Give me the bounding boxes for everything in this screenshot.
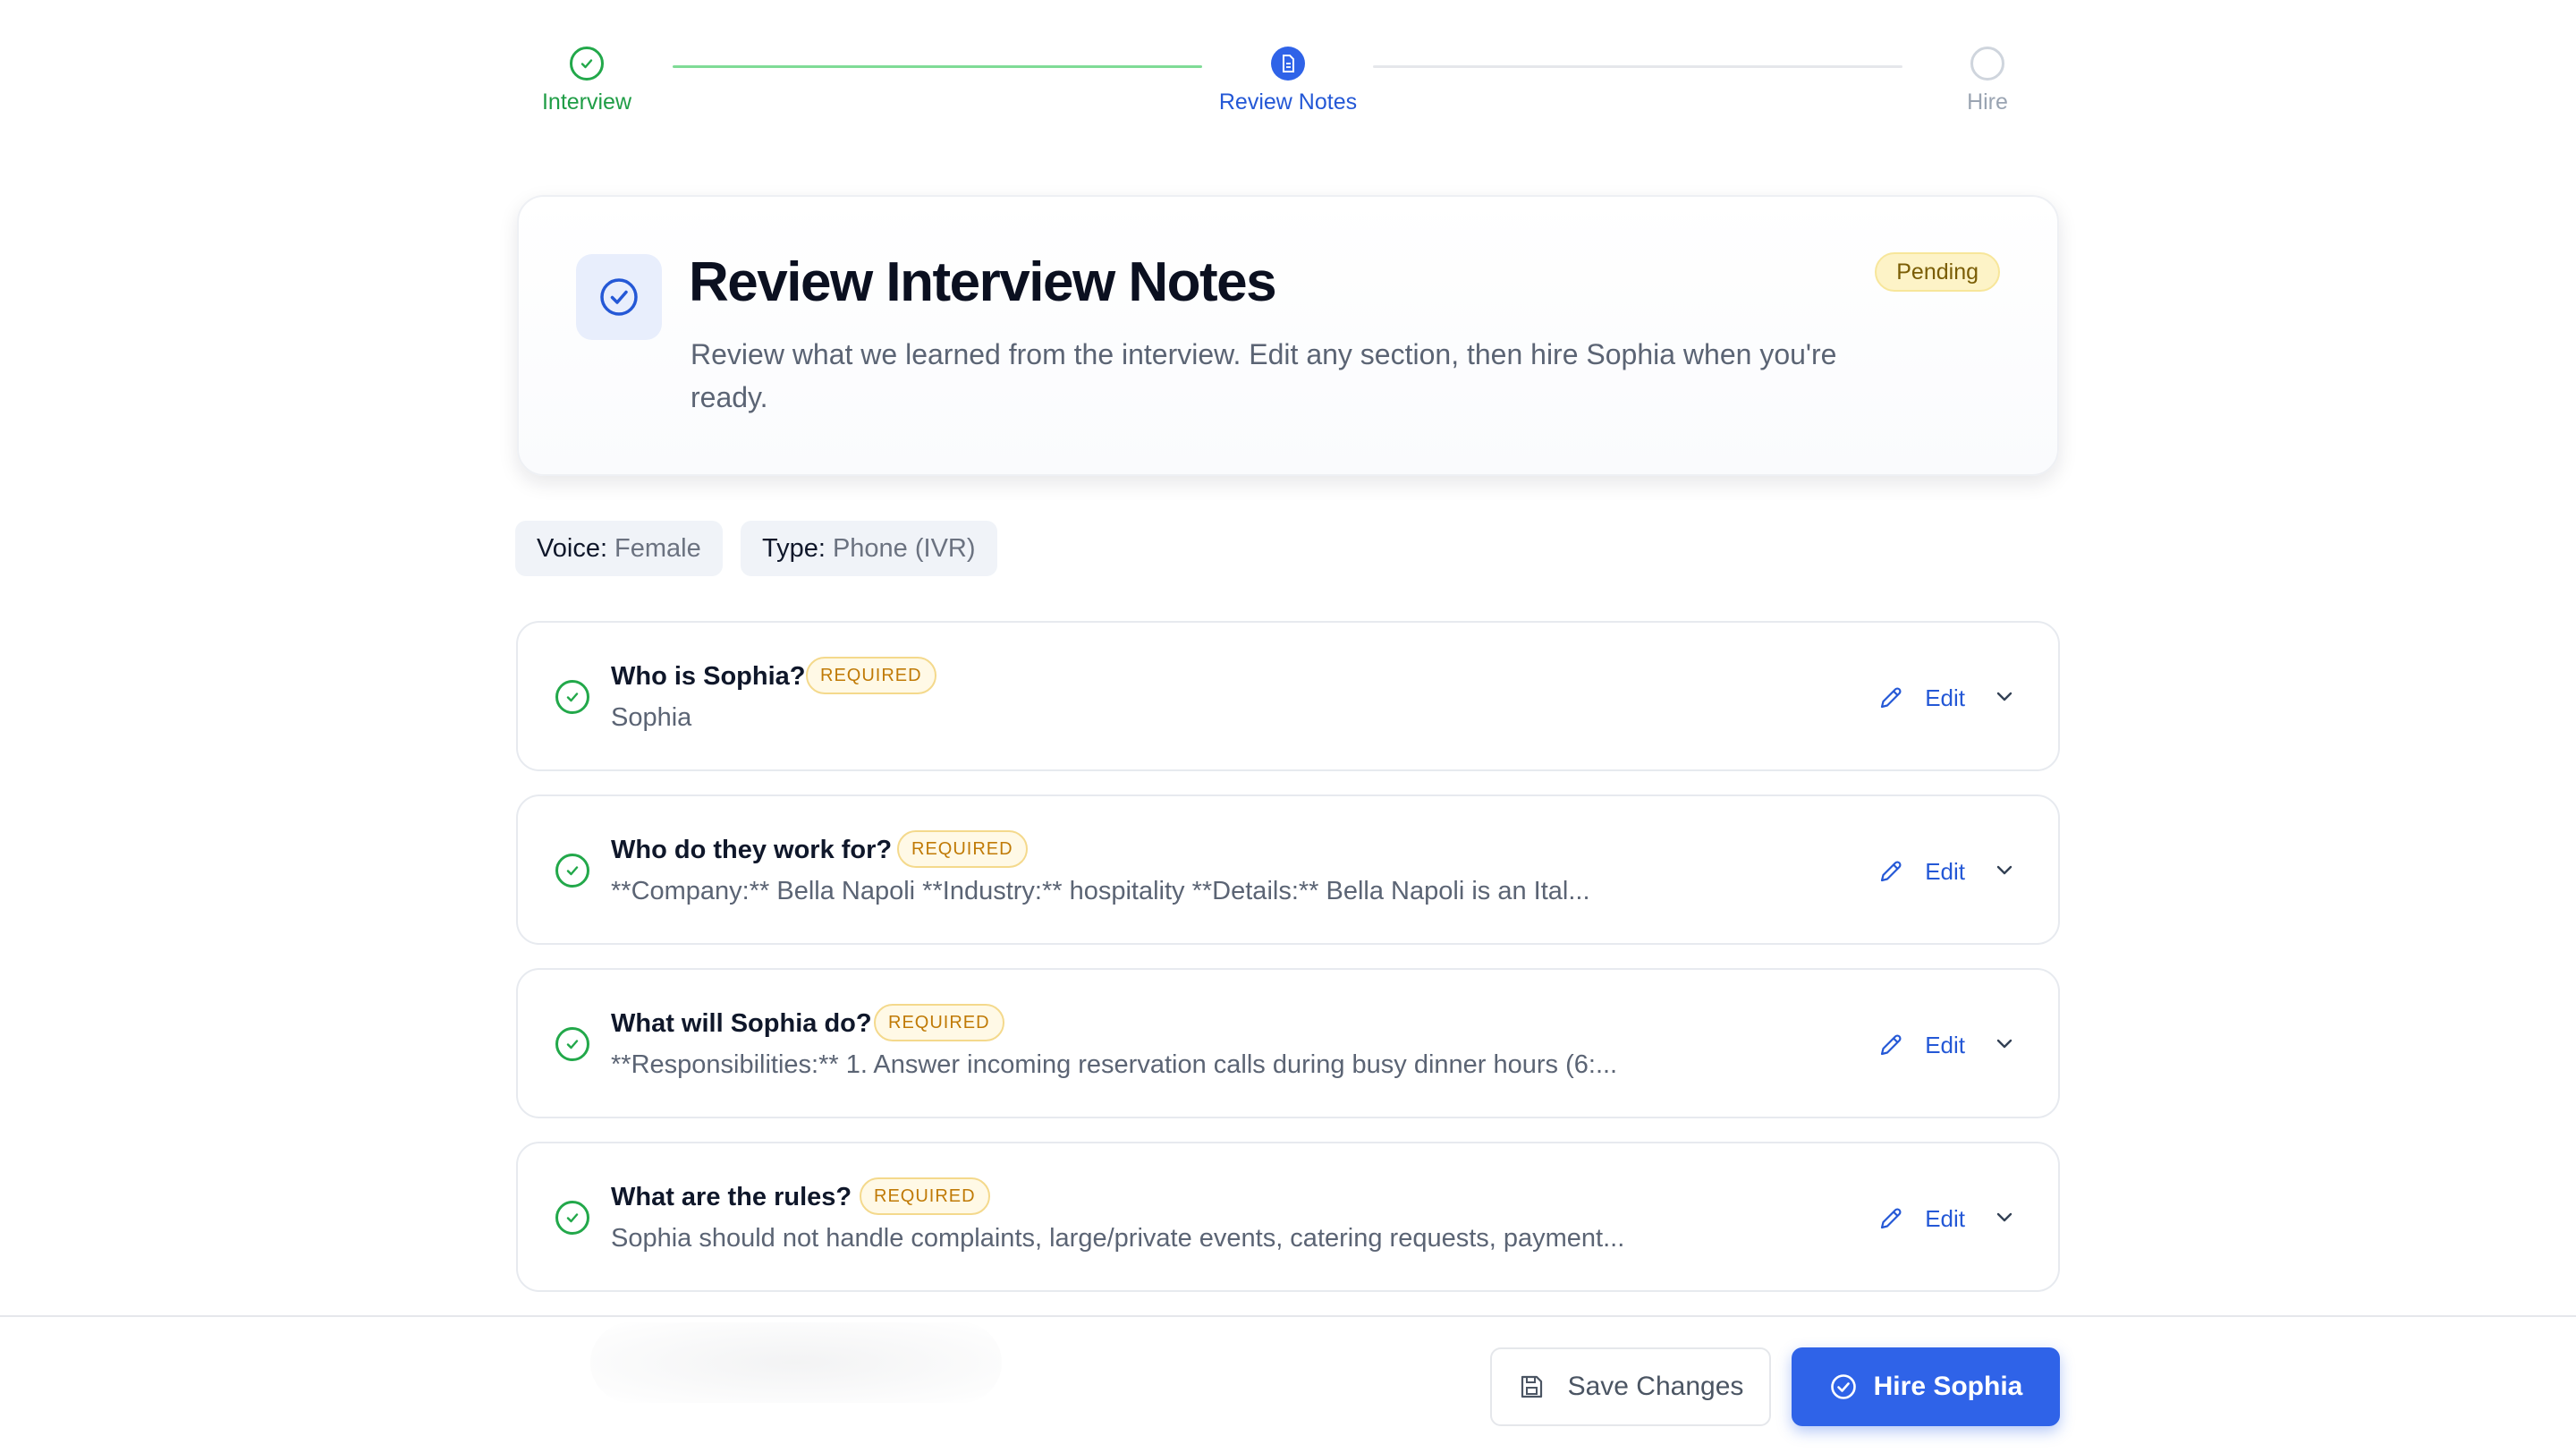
section-who-is-agent[interactable]: Who is Sophia? REQUIRED Sophia Edit <box>516 621 2060 771</box>
hire-agent-label: Hire Sophia <box>1873 1372 2023 1401</box>
type-key: Type: <box>762 533 826 563</box>
check-circle-icon <box>1830 1374 1856 1399</box>
page-title: Review Interview Notes <box>689 251 1277 313</box>
chevron-down-icon[interactable] <box>1988 1201 2021 1233</box>
complete-check-icon <box>555 854 589 888</box>
status-badge: Pending <box>1875 252 2000 292</box>
empty-circle-icon <box>1970 47 2004 81</box>
review-header-card: Review Interview Notes Review what we le… <box>517 195 2059 476</box>
section-title: What are the rules? <box>611 1183 852 1211</box>
section-title: Who is Sophia? <box>611 662 806 691</box>
progress-stepper: Interview Review Notes Hire <box>0 0 2576 143</box>
type-value: Phone (IVR) <box>832 533 976 563</box>
required-badge: REQUIRED <box>806 657 936 694</box>
stepper-connector-pending <box>1373 65 1902 68</box>
step-label: Hire <box>1967 89 2008 115</box>
step-review-notes[interactable]: Review Notes <box>1154 47 1422 115</box>
complete-check-icon <box>555 680 589 714</box>
edit-button[interactable]: Edit <box>1877 1199 1965 1238</box>
check-icon <box>570 47 604 81</box>
edit-button[interactable]: Edit <box>1877 852 1965 891</box>
pencil-icon <box>1881 861 1902 882</box>
edit-button[interactable]: Edit <box>1877 1025 1965 1065</box>
step-interview[interactable]: Interview <box>453 47 721 115</box>
step-label: Review Notes <box>1218 89 1358 115</box>
section-title: Who do they work for? <box>611 836 893 864</box>
section-responsibilities[interactable]: What will Sophia do? REQUIRED **Responsi… <box>516 968 2060 1118</box>
edit-label: Edit <box>1925 1031 1965 1058</box>
step-label: Interview <box>541 89 632 115</box>
chevron-down-icon[interactable] <box>1988 854 2021 886</box>
page-description: Review what we learned from the intervie… <box>691 338 1837 413</box>
required-badge: REQUIRED <box>897 830 1028 868</box>
pencil-icon <box>1881 1034 1902 1056</box>
complete-check-icon <box>555 1027 589 1061</box>
edit-label: Edit <box>1925 1204 1965 1232</box>
stepper-connector-complete <box>673 65 1202 68</box>
required-badge: REQUIRED <box>860 1177 990 1215</box>
section-employer[interactable]: Who do they work for? REQUIRED **Company… <box>516 794 2060 945</box>
chevron-down-icon[interactable] <box>1988 1027 2021 1059</box>
footer-shadow <box>590 1322 1002 1403</box>
type-chip: Type: Phone (IVR) <box>741 521 997 576</box>
document-icon <box>1271 47 1305 81</box>
section-summary: **Responsibilities:** 1. Answer incoming… <box>611 1050 1618 1079</box>
save-icon <box>1521 1375 1542 1398</box>
edit-label: Edit <box>1925 684 1965 711</box>
chevron-down-icon[interactable] <box>1988 680 2021 712</box>
action-footer: Save Changes Hire Sophia <box>0 1315 2576 1453</box>
section-summary: Sophia <box>611 703 692 732</box>
step-hire[interactable]: Hire <box>1853 47 2122 115</box>
section-summary: **Company:** Bella Napoli **Industry:** … <box>611 877 1590 905</box>
hire-agent-button[interactable]: Hire Sophia <box>1792 1347 2060 1426</box>
required-badge: REQUIRED <box>874 1004 1004 1041</box>
save-changes-label: Save Changes <box>1567 1372 1744 1401</box>
section-summary: Sophia should not handle complaints, lar… <box>611 1224 1625 1253</box>
voice-key: Voice: <box>537 533 607 563</box>
complete-check-icon <box>555 1201 589 1235</box>
check-circle-icon <box>576 254 662 340</box>
save-changes-button[interactable]: Save Changes <box>1490 1347 1771 1426</box>
section-title: What will Sophia do? <box>611 1009 872 1038</box>
edit-label: Edit <box>1925 857 1965 885</box>
section-rules[interactable]: What are the rules? REQUIRED Sophia shou… <box>516 1142 2060 1292</box>
pencil-icon <box>1881 1208 1902 1229</box>
voice-value: Female <box>614 533 701 563</box>
pencil-icon <box>1881 687 1902 709</box>
edit-button[interactable]: Edit <box>1877 678 1965 718</box>
voice-chip: Voice: Female <box>515 521 723 576</box>
